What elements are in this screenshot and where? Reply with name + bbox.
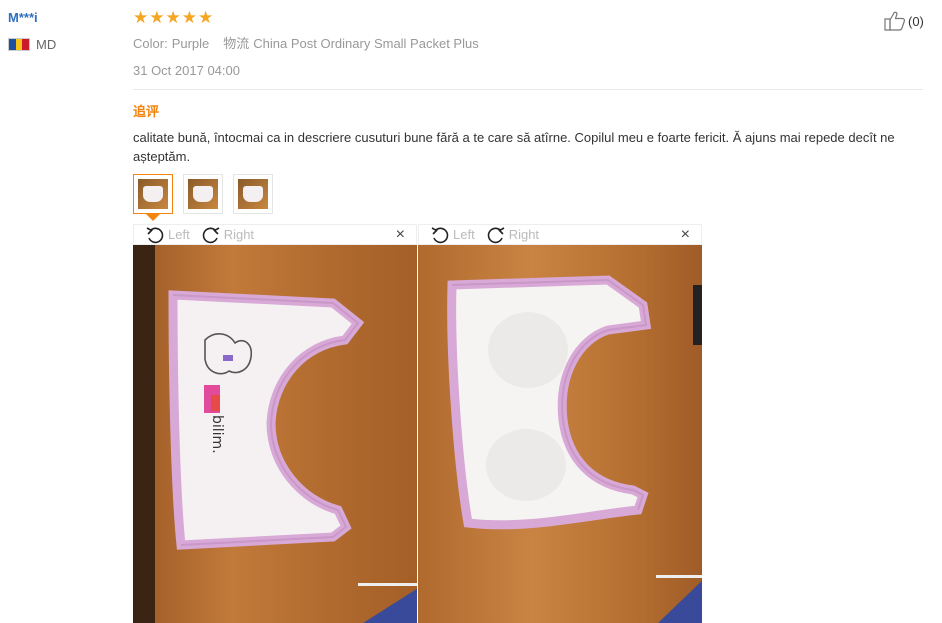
image-viewer: Left Right × bilim. [133,224,417,623]
review-thumbnail[interactable] [183,174,223,214]
rotate-left-label: Left [453,227,475,242]
viewer-toolbar: Left Right × [418,224,702,245]
star-icon: ★ [133,8,149,27]
review-date: 31 Oct 2017 04:00 [133,63,240,78]
helpful-count: (0) [908,13,924,29]
close-icon[interactable]: × [681,226,690,244]
review-thumbnail[interactable] [133,174,173,214]
review-attributes: Color: Purple 物流 China Post Ordinary Small … [133,33,479,52]
reviewer-country: MD [8,37,56,52]
close-icon[interactable]: × [396,226,405,244]
color-value: Purple [171,36,210,51]
review-photo: bilim. [133,245,417,623]
rotate-right-label: Right [223,227,255,242]
rotate-right-button[interactable]: Right [200,226,254,244]
rotate-right-button[interactable]: Right [485,226,539,244]
rotate-right-icon [487,226,505,243]
thumbs-up-icon [884,11,906,31]
flag-moldova-icon [8,38,30,51]
helpful-button[interactable]: (0) [884,11,924,31]
active-thumbnail-pointer [146,214,160,221]
svg-text:bilim.: bilim. [209,415,225,454]
star-icon: ★ [181,8,197,27]
star-icon: ★ [198,8,214,27]
rotate-left-label: Left [168,227,190,242]
color-label: Color: [133,36,168,51]
rotate-left-button[interactable]: Left [144,226,190,244]
star-icon: ★ [149,8,165,27]
followup-label: 追评 [133,104,160,119]
rotate-left-icon [431,226,449,243]
country-code: MD [36,37,57,52]
shipping-label: 物流 [223,36,250,51]
image-viewer: Left Right × [418,224,702,623]
section-divider [133,89,923,90]
rotate-left-icon [146,226,164,243]
rotate-right-label: Right [508,227,540,242]
review-photo [418,245,702,623]
followup-text: calitate bună, întocmai ca in descriere … [133,130,895,164]
rotate-left-button[interactable]: Left [429,226,475,244]
viewer-toolbar: Left Right × [133,224,417,245]
star-icon: ★ [165,8,181,27]
thumbnail-strip [133,174,273,214]
rotate-right-icon [202,226,220,243]
reviewer-name[interactable]: M***i [8,10,38,25]
shipping-value: China Post Ordinary Small Packet Plus [253,36,479,51]
star-rating: ★ ★ ★ ★ ★ [133,8,213,28]
review-thumbnail[interactable] [233,174,273,214]
